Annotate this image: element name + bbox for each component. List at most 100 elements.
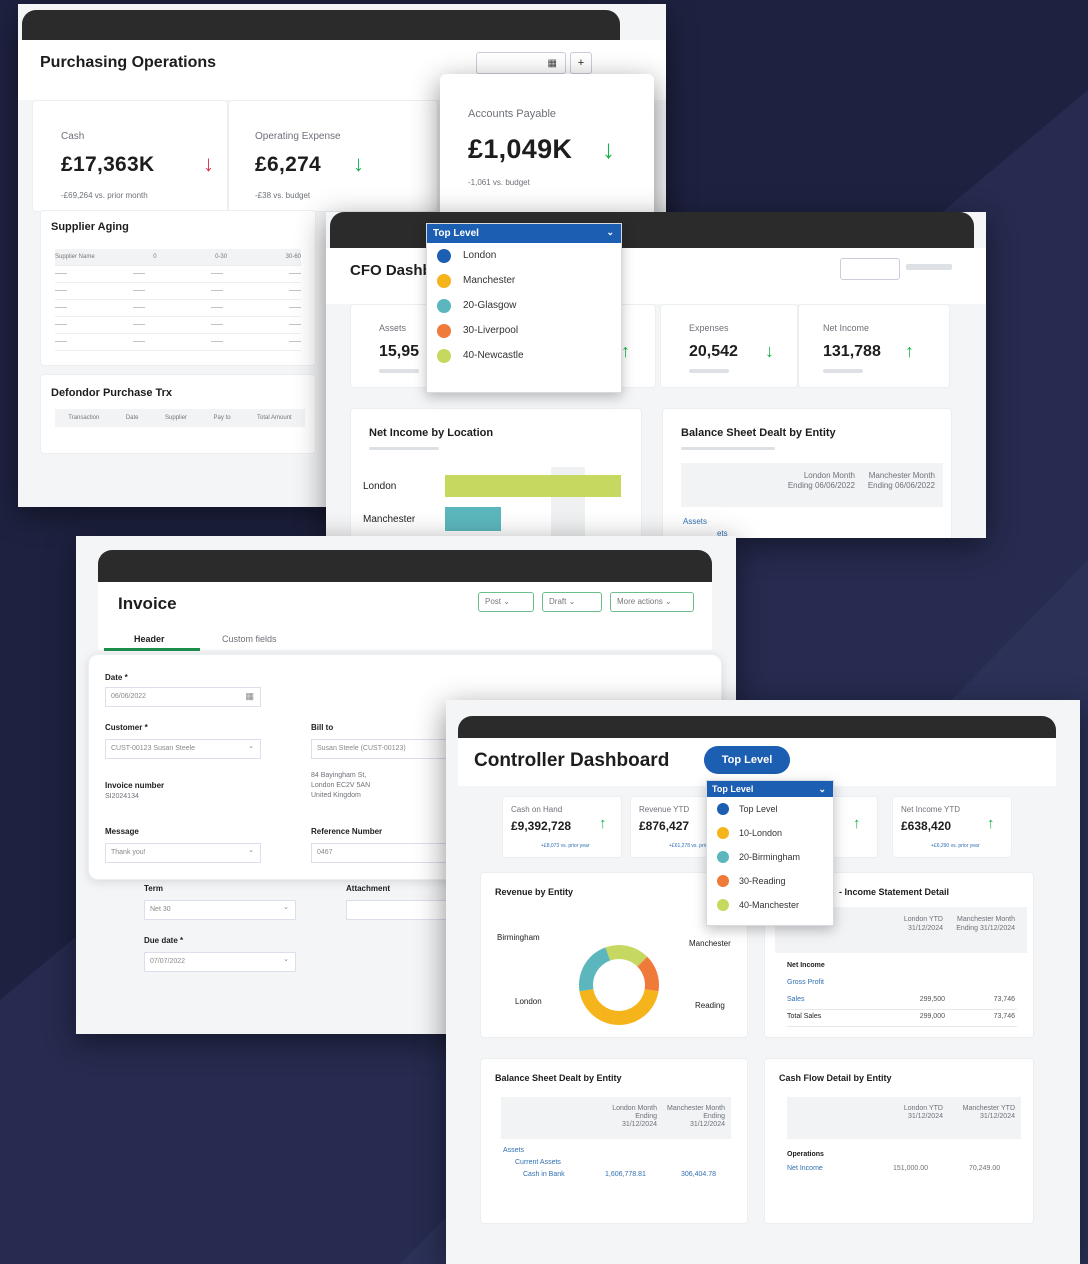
opex-label: Operating Expense: [255, 131, 341, 142]
date-input[interactable]: 06/06/2022 ▦: [105, 687, 261, 707]
item-label: 10-London: [739, 828, 783, 838]
is-row-label: Total Sales: [787, 1013, 822, 1020]
due-date-select[interactable]: 07/07/2022 ⌄: [144, 952, 296, 972]
dropdown-item-top-level[interactable]: Top Level: [707, 797, 833, 821]
customer-value: CUST-00123 Susan Steele: [111, 745, 196, 752]
donut-slice-birmingham: [579, 947, 611, 992]
dropdown-header[interactable]: Top Level ⌄: [427, 224, 621, 243]
dropdown-item-glasgow[interactable]: 20-Glasgow: [427, 293, 621, 318]
view-select[interactable]: ▦: [476, 52, 566, 74]
is-row-label[interactable]: Sales: [787, 996, 805, 1003]
revenue-donut-chart: [579, 945, 659, 1025]
defondor-card: Defondor Purchase Trx Transaction Date S…: [40, 374, 316, 454]
chevron-down-icon: ⌄: [665, 597, 672, 606]
post-label: Post: [485, 597, 502, 606]
expenses-label: Expenses: [689, 323, 729, 333]
cash-kpi-card: Cash £17,363K ↓ -£69,264 vs. prior month: [32, 100, 228, 212]
message-label: Message: [105, 827, 139, 836]
expenses-value: 20,542: [689, 343, 738, 360]
invoice-number-label: Invoice number: [105, 781, 165, 790]
dropdown-item-london[interactable]: London: [427, 243, 621, 268]
cash-flow-title: Cash Flow Detail by Entity: [779, 1073, 892, 1083]
is-row-value-a: 299,500: [919, 996, 945, 1003]
window-title-bar: [458, 716, 1056, 738]
balance-sheet-title: Balance Sheet Dealt by Entity: [495, 1073, 622, 1083]
chevron-down-icon: ⌄: [503, 597, 510, 606]
cf-col1: London YTD 31/12/2024: [903, 1105, 943, 1120]
address-line: United Kingdom: [311, 792, 361, 799]
dropdown-item-liverpool[interactable]: 30-Liverpool: [427, 318, 621, 343]
cf-net-income[interactable]: Net Income: [787, 1165, 823, 1172]
is-col2: Manchester Month Ending 31/12/2024: [956, 916, 1015, 932]
dropdown-item-birmingham[interactable]: 20-Birmingham: [707, 845, 833, 869]
dropdown-header[interactable]: Top Level ⌄: [707, 781, 833, 797]
term-label: Term: [144, 884, 163, 893]
revenue-by-entity-title: Revenue by Entity: [495, 887, 574, 897]
window-title-bar: [98, 550, 712, 582]
top-level-pill[interactable]: Top Level: [704, 746, 790, 774]
arrow-up-icon: ↑: [599, 815, 607, 832]
message-select[interactable]: Thank you! ⌄: [105, 843, 261, 863]
assets-value: 15,95: [379, 343, 420, 360]
dropdown-item-manchester[interactable]: 40-Manchester: [707, 893, 833, 917]
term-value: Net 30: [150, 906, 171, 913]
kpi-note: +£8,073 vs. prior year: [541, 843, 590, 849]
filter-chip-2[interactable]: [906, 264, 952, 270]
date-label: Date *: [105, 673, 128, 682]
is-row: Net Income: [787, 959, 1017, 976]
is-col1: London YTD 31/12/2024: [903, 916, 943, 932]
calendar-icon[interactable]: ▦: [245, 691, 254, 702]
balance-sheet-title: Balance Sheet Dealt by Entity: [681, 427, 836, 439]
bill-to-select[interactable]: Susan Steele (CUST-00123): [311, 739, 451, 759]
post-button[interactable]: Post ⌄: [478, 592, 534, 612]
filter-chip[interactable]: [840, 258, 900, 280]
more-actions-button[interactable]: More actions ⌄: [610, 592, 694, 612]
page-title: Invoice: [118, 594, 177, 613]
draft-button[interactable]: Draft ⌄: [542, 592, 602, 612]
arrow-up-icon: ↑: [853, 815, 861, 832]
is-row-value-b: 73,746: [993, 996, 1015, 1003]
attachment-input[interactable]: [346, 900, 456, 920]
add-button[interactable]: +: [570, 52, 592, 74]
item-label: 40-Newcastle: [463, 350, 524, 361]
bs-col1: London Month Ending 06/06/2022: [787, 471, 855, 490]
cash-flow-card: Cash Flow Detail by Entity London YTD 31…: [764, 1058, 1034, 1224]
due-date-label: Due date *: [144, 936, 184, 945]
location-dropdown[interactable]: Top Level ⌄ London Manchester 20-Glasgow …: [426, 223, 622, 393]
address-block: 84 Bayingham St, London EC2V 5AN United …: [311, 771, 370, 801]
item-label: 30-Liverpool: [463, 325, 519, 336]
dropdown-item-manchester[interactable]: Manchester: [427, 268, 621, 293]
defondor-title: Defondor Purchase Trx: [51, 387, 173, 399]
invoice-number-value: SI2024134: [105, 793, 139, 800]
item-label: 20-Glasgow: [463, 300, 517, 311]
bs-cash-in-bank[interactable]: Cash in Bank: [523, 1171, 565, 1178]
tab-header[interactable]: Header: [134, 634, 165, 644]
bs-assets[interactable]: Assets: [503, 1147, 524, 1154]
dropdown-item-london[interactable]: 10-London: [707, 821, 833, 845]
dropdown-item-newcastle[interactable]: 40-Newcastle: [427, 343, 621, 368]
reference-input[interactable]: 0467: [311, 843, 451, 863]
bs-assets[interactable]: Assets: [683, 517, 707, 526]
term-select[interactable]: Net 30 ⌄: [144, 900, 296, 920]
cash-note: -£69,264 vs. prior month: [61, 191, 148, 200]
arrow-down-icon: ↓: [353, 151, 364, 176]
col-supplier: Supplier: [165, 415, 188, 421]
customer-select[interactable]: CUST-00123 Susan Steele ⌄: [105, 739, 261, 759]
dropdown-item-reading[interactable]: 30-Reading: [707, 869, 833, 893]
bs-current-assets[interactable]: Current Assets: [515, 1159, 561, 1166]
chevron-down-icon: ⌄: [283, 904, 289, 911]
is-row: Total Sales 299,000 73,746: [787, 1010, 1017, 1027]
assets-label: Assets: [379, 323, 407, 333]
col-date: Date: [125, 415, 139, 421]
is-row-label[interactable]: Gross Profit: [787, 979, 824, 986]
bar-label-london: London: [363, 481, 397, 492]
page-title: CFO Dashboard: [350, 262, 430, 279]
tab-custom-fields[interactable]: Custom fields: [222, 634, 277, 644]
supplier-aging-title: Supplier Aging: [51, 221, 129, 233]
kpi-value: £9,392,728: [511, 819, 572, 833]
net-income-value: 131,788: [823, 343, 881, 360]
chevron-down-icon: ⌄: [248, 847, 254, 854]
chevron-down-icon: ⌄: [818, 784, 826, 794]
bill-to-value: Susan Steele (CUST-00123): [317, 745, 406, 752]
entity-dropdown[interactable]: Top Level ⌄ Top Level 10-London 20-Birmin…: [706, 780, 834, 926]
